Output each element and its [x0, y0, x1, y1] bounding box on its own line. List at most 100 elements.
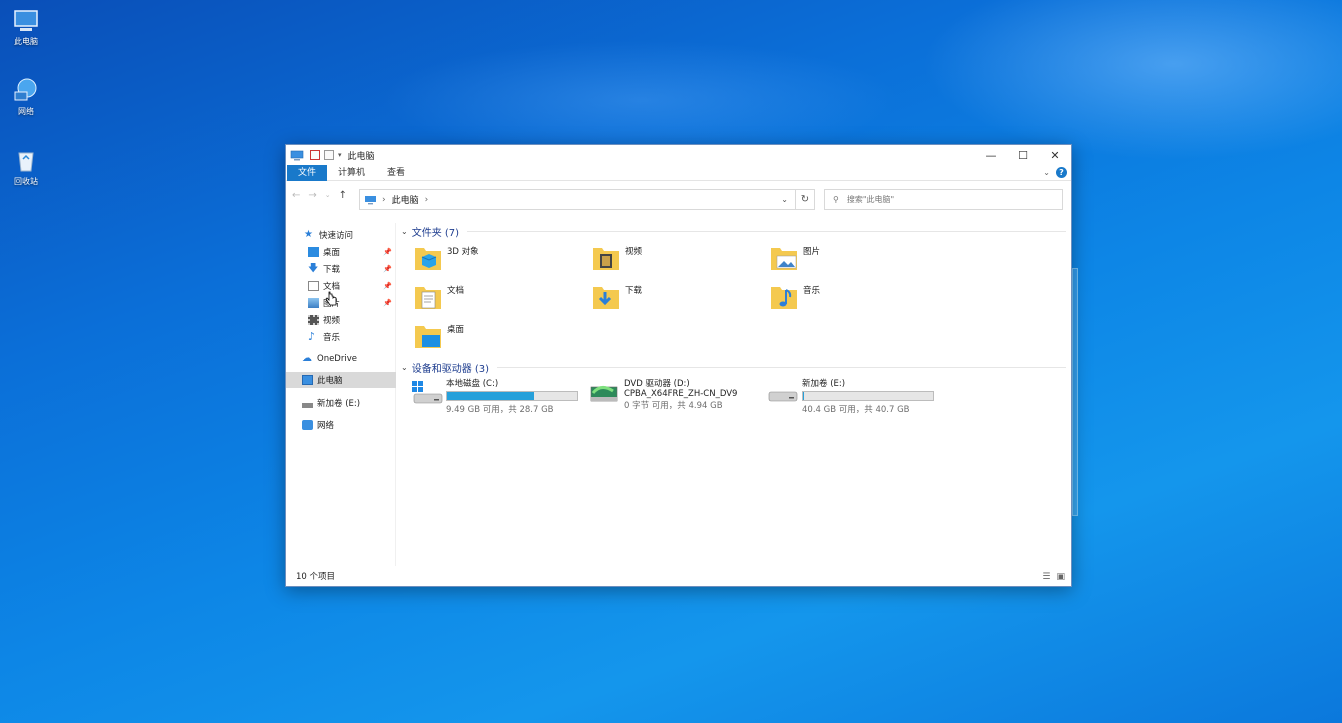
- nav-new-volume[interactable]: 新加卷 (E:): [286, 395, 396, 411]
- details-view-icon[interactable]: ☰: [1042, 572, 1050, 582]
- title-bar[interactable]: ▾ 此电脑 — ☐ ✕: [286, 145, 1071, 165]
- drive-icon: [302, 402, 313, 408]
- nav-label: 新加卷 (E:): [317, 399, 361, 409]
- group-divider: [497, 367, 1066, 368]
- nav-videos[interactable]: 视频: [286, 312, 396, 328]
- quick-access-dropdown-icon[interactable]: ▾: [338, 151, 342, 159]
- nav-label: 视频: [323, 316, 341, 326]
- chevron-down-icon: ⌄: [401, 227, 408, 236]
- drive-name: 本地磁盘 (C:): [446, 379, 499, 389]
- background-window-edge: [1072, 268, 1078, 516]
- folder-label: 视频: [625, 247, 643, 257]
- refresh-button[interactable]: ↻: [795, 189, 815, 210]
- folder-downloads[interactable]: 下载: [591, 282, 761, 312]
- drive-free-space: 9.49 GB 可用，共 28.7 GB: [446, 405, 554, 415]
- document-icon: [308, 281, 319, 291]
- this-pc-icon: [365, 195, 376, 204]
- nav-pictures[interactable]: 图片 📌: [286, 295, 396, 311]
- folder-label: 3D 对象: [447, 247, 479, 257]
- this-pc-icon: [290, 150, 304, 160]
- tab-file[interactable]: 文件: [287, 164, 328, 181]
- recent-locations-icon[interactable]: ⌄: [325, 191, 331, 199]
- desktop-icon-recycle-bin[interactable]: 回收站: [6, 146, 46, 187]
- folder-label: 音乐: [803, 286, 821, 296]
- breadcrumb-separator: ›: [424, 194, 429, 205]
- drive-free-space: 0 字节 可用，共 4.94 GB: [624, 401, 723, 411]
- nav-label: 音乐: [323, 333, 341, 343]
- folder-desktop[interactable]: 桌面: [413, 321, 583, 351]
- nav-music[interactable]: ♪ 音乐: [286, 329, 396, 345]
- back-arrow-icon[interactable]: ←: [292, 190, 300, 201]
- nav-label: 快速访问: [319, 231, 354, 241]
- pin-icon[interactable]: 📌: [383, 265, 392, 273]
- properties-quick-icon[interactable]: [310, 150, 320, 160]
- folder-label: 图片: [803, 247, 821, 257]
- hard-drive-icon: [768, 391, 798, 402]
- star-icon: ★: [304, 229, 313, 240]
- drive-usage-bar: [802, 391, 934, 401]
- folder-documents[interactable]: 文档: [413, 282, 583, 312]
- devices-group-header[interactable]: ⌄ 设备和驱动器 (3): [401, 360, 1066, 375]
- close-button[interactable]: ✕: [1039, 145, 1071, 165]
- pin-icon[interactable]: 📌: [383, 299, 392, 307]
- group-title: 文件夹 (7): [411, 228, 460, 239]
- maximize-button[interactable]: ☐: [1007, 145, 1039, 165]
- desktop-icon-label: 网络: [18, 107, 34, 116]
- nav-downloads[interactable]: 🡇 下载 📌: [286, 261, 396, 277]
- drive-name: DVD 驱动器 (D:): [624, 379, 690, 389]
- large-icons-view-icon[interactable]: ▣: [1056, 572, 1065, 582]
- tab-computer[interactable]: 计算机: [327, 165, 376, 181]
- chevron-down-icon: ⌄: [401, 363, 408, 372]
- forward-arrow-icon[interactable]: →: [308, 190, 316, 201]
- drive-usage-fill: [803, 392, 805, 400]
- nav-documents[interactable]: 文档 📌: [286, 278, 396, 294]
- music-note-icon: ♪: [308, 330, 316, 343]
- nav-label: OneDrive: [317, 354, 357, 364]
- minimize-button[interactable]: —: [975, 145, 1007, 165]
- folder-documents-icon: [415, 287, 441, 309]
- pin-icon[interactable]: 📌: [383, 282, 392, 290]
- drive-e[interactable]: 新加卷 (E:) 40.4 GB 可用，共 40.7 GB: [766, 377, 946, 415]
- address-bar[interactable]: › 此电脑 › ⌄: [359, 189, 815, 210]
- content-pane: ⌄ 文件夹 (7) 3D 对象 视频 图片 文档 下载 音乐 桌面 ⌄ 设备和驱…: [398, 223, 1071, 566]
- folder-video-icon: [593, 248, 619, 270]
- tab-view[interactable]: 查看: [376, 165, 416, 181]
- desktop-icon-label: 回收站: [14, 177, 38, 186]
- item-count: 10 个项目: [296, 572, 336, 582]
- wallpaper-glow-center: [380, 40, 900, 160]
- new-folder-quick-icon[interactable]: [324, 150, 334, 160]
- drive-usage-bar: [446, 391, 578, 401]
- breadcrumb-this-pc[interactable]: 此电脑: [392, 193, 419, 206]
- explorer-window: ▾ 此电脑 — ☐ ✕ 文件 计算机 查看 ⌄ ? ← → ⌄ ↑ › 此电脑 …: [285, 144, 1072, 587]
- folder-label: 桌面: [447, 325, 465, 335]
- up-arrow-icon[interactable]: ↑: [339, 190, 347, 201]
- pictures-icon: [308, 298, 319, 308]
- address-dropdown-icon[interactable]: ⌄: [781, 195, 788, 204]
- search-input[interactable]: ⚲ 搜索"此电脑": [824, 189, 1063, 210]
- folder-videos[interactable]: 视频: [591, 243, 761, 273]
- drive-c[interactable]: 本地磁盘 (C:) 9.49 GB 可用，共 28.7 GB: [410, 377, 590, 415]
- help-icon[interactable]: ?: [1056, 167, 1067, 178]
- nav-quick-access[interactable]: ★ 快速访问: [286, 227, 396, 243]
- nav-network[interactable]: 网络: [286, 417, 396, 433]
- pin-icon[interactable]: 📌: [383, 248, 392, 256]
- group-title: 设备和驱动器 (3): [411, 364, 490, 375]
- folders-group-header[interactable]: ⌄ 文件夹 (7): [401, 224, 1066, 239]
- nav-onedrive[interactable]: ☁ OneDrive: [286, 351, 396, 367]
- folder-pictures[interactable]: 图片: [769, 243, 939, 273]
- nav-label: 下载: [323, 265, 341, 275]
- desktop-icon-this-pc[interactable]: 此电脑: [6, 6, 46, 47]
- search-placeholder: 搜索"此电脑": [846, 195, 895, 204]
- folder-3d-objects[interactable]: 3D 对象: [413, 243, 583, 273]
- nav-this-pc[interactable]: 此电脑: [286, 372, 396, 388]
- ribbon-expand-icon[interactable]: ⌄: [1043, 168, 1050, 177]
- drive-d[interactable]: DVD 驱动器 (D:) CPBA_X64FRE_ZH-CN_DV9 0 字节 …: [588, 377, 768, 411]
- status-bar: 10 个项目 ☰ ▣: [286, 566, 1071, 586]
- desktop-icon-network[interactable]: 网络: [6, 76, 46, 117]
- nav-desktop[interactable]: 桌面 📌: [286, 244, 396, 260]
- drive-free-space: 40.4 GB 可用，共 40.7 GB: [802, 405, 910, 415]
- navigation-pane: ★ 快速访问 桌面 📌 🡇 下载 📌 文档 📌 图片 📌 视频 ♪: [286, 223, 396, 566]
- desktop-icon: [308, 247, 319, 257]
- folder-music[interactable]: 音乐: [769, 282, 939, 312]
- folder-label: 下载: [625, 286, 643, 296]
